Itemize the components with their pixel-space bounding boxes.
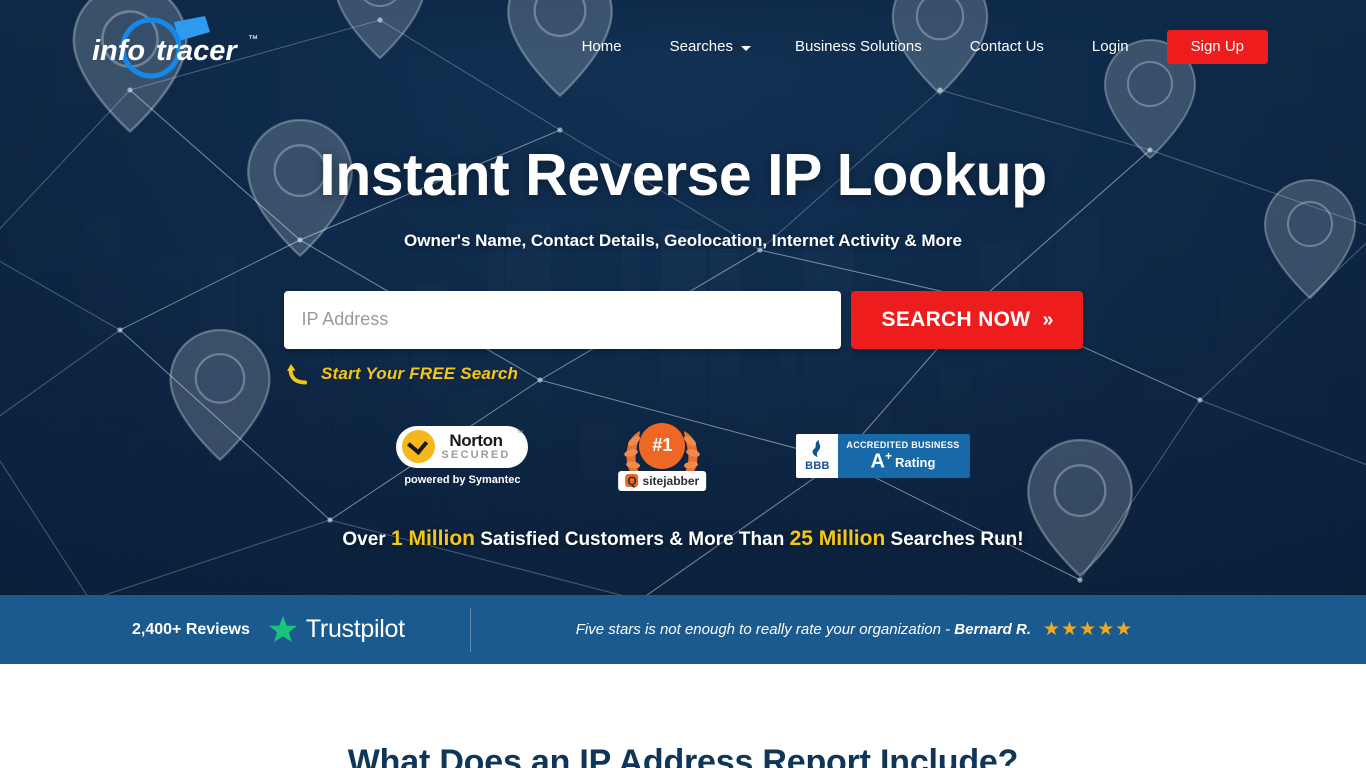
double-chevron-right-icon: » — [1042, 308, 1053, 331]
bbb-accredited-badge: BBB ACCREDITED BUSINESS A+ Rating — [796, 433, 970, 478]
bbb-torch-icon — [812, 440, 821, 458]
svg-text:info: info — [92, 35, 145, 67]
sitejabber-rank: #1 — [639, 422, 686, 469]
stats-customers-count: 1 Million — [390, 526, 475, 550]
sitejabber-badge: #1 Q sitejabber — [618, 421, 707, 491]
trustpilot-logo[interactable]: Trustpilot — [268, 615, 405, 644]
review-quote: Five stars is not enough to really rate … — [576, 621, 1031, 638]
bbb-accredited-text: ACCREDITED BUSINESS — [846, 439, 960, 450]
nav-label: Contact Us — [969, 38, 1044, 55]
trustpilot-bar: 2,400+ Reviews Trustpilot Five stars is … — [0, 595, 1366, 664]
norton-name: Norton — [449, 431, 503, 451]
top-navigation-bar: info tracer ™ Home Searches Business Sol… — [0, 0, 1366, 93]
review-text: Five stars is not enough to really rate … — [575, 621, 955, 638]
vertical-divider — [469, 607, 471, 652]
magnifier-icon: info tracer ™ — [92, 16, 258, 79]
svg-text:™: ™ — [248, 34, 258, 45]
page-title: Instant Reverse IP Lookup — [319, 142, 1047, 208]
trustpilot-review-quote-group: Five stars is not enough to really rate … — [576, 618, 1133, 641]
nav-label: Home — [581, 38, 622, 55]
bbb-acronym: BBB — [805, 460, 830, 473]
nav-label: Searches — [669, 38, 733, 55]
trustpilot-wordmark: Trustpilot — [305, 615, 405, 643]
nav-label: Login — [1091, 38, 1129, 55]
trust-badges: Norton SECURED ™ powered by Symantec #1 … — [0, 421, 1366, 491]
stats-suffix: Searches Run! — [885, 528, 1024, 550]
review-author: Bernard R. — [954, 621, 1031, 638]
nav-item-business-solutions[interactable]: Business Solutions — [771, 30, 946, 64]
bbb-grade-plus: + — [884, 448, 892, 463]
nav-item-login[interactable]: Login — [1068, 30, 1153, 64]
sitejabber-name: sitejabber — [642, 473, 700, 488]
free-search-callout: Start Your FREE Search — [0, 361, 1366, 387]
bbb-grade: A — [870, 450, 885, 473]
norton-secured-text: SECURED — [441, 449, 511, 462]
search-now-button[interactable]: SEARCH NOW » — [850, 290, 1083, 349]
section-heading: What Does an IP Address Report Include? — [347, 743, 1019, 768]
hero-subtitle: Owner's Name, Contact Details, Geolocati… — [404, 230, 962, 250]
nav-label: Business Solutions — [794, 38, 922, 55]
norton-powered-by: powered by Symantec — [404, 473, 521, 486]
nav-item-home[interactable]: Home — [558, 30, 646, 64]
svg-text:tracer: tracer — [156, 35, 238, 67]
sign-up-button[interactable]: Sign Up — [1166, 30, 1268, 64]
free-search-label: Start Your FREE Search — [321, 363, 519, 383]
chevron-down-icon — [740, 45, 751, 51]
nav-item-searches[interactable]: Searches — [646, 30, 771, 64]
stats-prefix: Over — [342, 528, 391, 550]
stats-middle: Satisfied Customers & More Than — [474, 528, 790, 550]
main-nav: Home Searches Business Solutions Contact… — [558, 30, 1268, 64]
nav-item-contact-us[interactable]: Contact Us — [946, 30, 1068, 64]
bbb-rating: A+ Rating — [846, 448, 959, 473]
search-button-label: SEARCH NOW — [881, 307, 1031, 331]
search-form: SEARCH NOW » — [0, 290, 1366, 349]
checkmark-icon — [402, 430, 436, 464]
trustpilot-reviews-count: 2,400+ Reviews — [132, 620, 250, 638]
sitejabber-mark-icon: Q — [625, 473, 639, 488]
report-include-section: What Does an IP Address Report Include? — [0, 664, 1366, 768]
trademark-symbol: ™ — [516, 429, 524, 437]
stats-searches-count: 25 Million — [789, 526, 886, 550]
trustpilot-left-group: 2,400+ Reviews Trustpilot — [132, 615, 405, 644]
bbb-rating-word: Rating — [895, 455, 936, 471]
star-rating: ★★★★★ — [1042, 619, 1134, 640]
hero-section: info tracer ™ Home Searches Business Sol… — [0, 0, 1366, 595]
trustpilot-star-icon — [268, 616, 297, 642]
customer-stats-line: Over 1 Million Satisfied Customers & Mor… — [0, 527, 1366, 551]
curved-arrow-up-icon — [287, 363, 307, 385]
ip-address-input[interactable] — [283, 290, 841, 349]
brand-logo[interactable]: info tracer ™ — [88, 14, 288, 80]
norton-secured-badge: Norton SECURED ™ powered by Symantec — [396, 425, 529, 486]
hero-content: Instant Reverse IP Lookup Owner's Name, … — [0, 142, 1366, 551]
sitejabber-label-chip: Q sitejabber — [618, 470, 707, 491]
